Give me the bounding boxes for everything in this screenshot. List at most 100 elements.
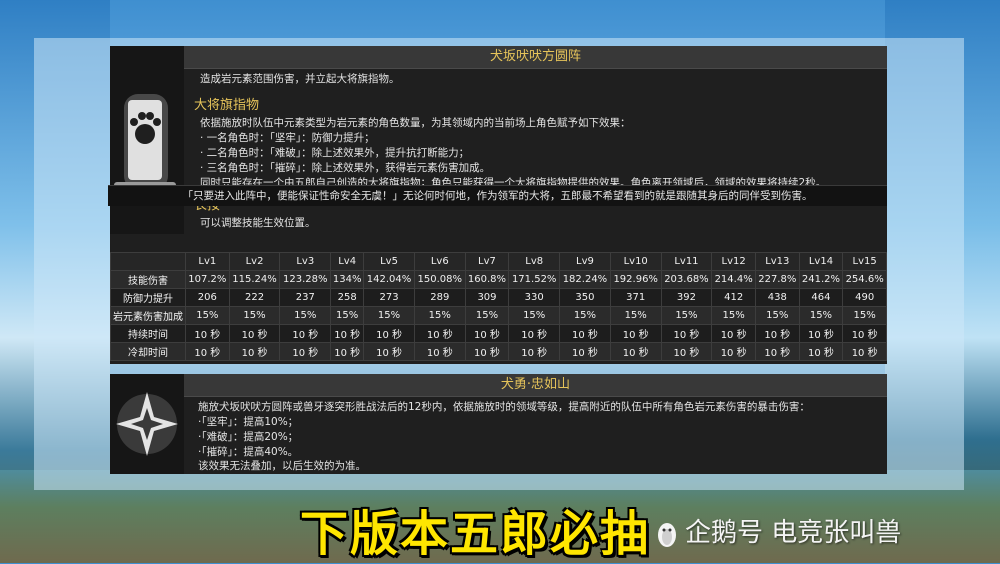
table-cell: 10 秒	[279, 342, 332, 361]
table-cell: 10 秒	[660, 342, 713, 361]
table-cell: 10 秒	[711, 324, 756, 343]
row-label: 防御力提升	[110, 288, 186, 307]
watermark-text: 企鹅号 电竞张叫兽	[685, 518, 902, 548]
table-cell: 10 秒	[559, 342, 611, 361]
table-cell: 10 秒	[609, 324, 662, 343]
row-label: 冷却时间	[110, 342, 186, 361]
level-header: Lv13	[754, 252, 800, 271]
table-cell: 15%	[798, 306, 844, 325]
table-cell: 15%	[330, 306, 365, 325]
passive-panel: 犬勇·忠如山 施放犬坂吠吠方圆阵或兽牙逐突形胜战法后的12秒内，依据施放时的领域…	[110, 374, 887, 474]
table-cell: 142.04%	[363, 270, 415, 289]
table-cell: 182.24%	[559, 270, 611, 289]
skill-line: 依据施放时队伍中元素类型为岩元素的角色数量，为其领域内的当前场上角色赋予如下效果…	[200, 117, 631, 129]
table-cell: 15%	[842, 306, 887, 325]
table-cell: 123.28%	[279, 270, 332, 289]
table-row: 冷却时间 10 秒 10 秒 10 秒 10 秒 10 秒 10 秒 10 秒 …	[110, 342, 887, 361]
level-header: Lv2	[228, 252, 281, 271]
row-label: 技能伤害	[110, 270, 186, 289]
table-cell: 15%	[413, 306, 466, 325]
table-cell: 254.6%	[842, 270, 887, 289]
table-cell: 258	[330, 288, 365, 307]
watermark: 企鹅号 电竞张叫兽	[655, 512, 901, 549]
table-cell: 15%	[279, 306, 332, 325]
table-cell: 115.24%	[228, 270, 281, 289]
table-cell: 203.68%	[660, 270, 713, 289]
table-cell: 10 秒	[711, 342, 756, 361]
passive-title: 犬勇·忠如山	[184, 374, 887, 397]
table-cell: 171.52%	[508, 270, 561, 289]
table-cell: 10 秒	[559, 324, 611, 343]
passive-icon-column	[110, 374, 184, 474]
table-cell: 10 秒	[363, 342, 415, 361]
table-cell: 214.4%	[711, 270, 756, 289]
table-cell: 10 秒	[508, 342, 561, 361]
table-cell: 15%	[228, 306, 281, 325]
table-cell: 10 秒	[279, 324, 332, 343]
table-cell: 15%	[508, 306, 561, 325]
level-header: Lv5	[363, 252, 415, 271]
level-header: Lv10	[609, 252, 662, 271]
table-cell: 10 秒	[330, 324, 365, 343]
skill-quote: 「只要进入此阵中，便能保证性命安全无虞！」无论何时何地，作为领军的大将，五郎最不…	[108, 185, 887, 206]
table-cell: 10 秒	[464, 342, 510, 361]
table-cell: 206	[185, 288, 230, 307]
video-caption: 下版本五郎必抽	[300, 506, 651, 562]
hold-desc: 可以调整技能生效位置。	[200, 217, 316, 229]
table-row: 防御力提升 206 222 237 258 273 289 309 330 35…	[110, 288, 887, 307]
header-corner	[110, 252, 186, 271]
passive-line: ·「摧碎」：提高40%。	[198, 446, 299, 458]
table-row: 持续时间 10 秒 10 秒 10 秒 10 秒 10 秒 10 秒 10 秒 …	[110, 324, 887, 343]
level-header: Lv15	[842, 252, 887, 271]
level-header: Lv11	[660, 252, 713, 271]
table-cell: 227.8%	[754, 270, 800, 289]
table-cell: 10 秒	[842, 324, 887, 343]
level-header: Lv4	[330, 252, 365, 271]
passive-line: 该效果无法叠加，以后生效的为准。	[198, 460, 366, 472]
table-cell: 289	[413, 288, 466, 307]
table-cell: 160.8%	[464, 270, 510, 289]
table-cell: 10 秒	[660, 324, 713, 343]
table-cell: 222	[228, 288, 281, 307]
skill-title: 犬坂吠吠方圆阵	[184, 46, 887, 69]
passive-line: ·「坚牢」：提高10%；	[198, 416, 299, 428]
table-cell: 464	[798, 288, 844, 307]
table-cell: 490	[842, 288, 887, 307]
level-header: Lv3	[279, 252, 332, 271]
table-cell: 10 秒	[464, 324, 510, 343]
table-cell: 10 秒	[185, 342, 230, 361]
level-header: Lv12	[711, 252, 756, 271]
level-header: Lv8	[508, 252, 561, 271]
level-header: Lv7	[464, 252, 510, 271]
table-cell: 15%	[660, 306, 713, 325]
table-cell: 309	[464, 288, 510, 307]
skill-stats-table: Lv1 Lv2 Lv3 Lv4 Lv5 Lv6 Lv7 Lv8 Lv9 Lv10…	[110, 252, 887, 361]
section-banner-title: 大将旗指物	[194, 98, 260, 113]
table-row: 技能伤害 107.2% 115.24% 123.28% 134% 142.04%…	[110, 270, 887, 289]
table-cell: 15%	[464, 306, 510, 325]
table-cell: 241.2%	[798, 270, 844, 289]
table-cell: 15%	[185, 306, 230, 325]
table-cell: 15%	[559, 306, 611, 325]
table-cell: 273	[363, 288, 415, 307]
table-header-row: Lv1 Lv2 Lv3 Lv4 Lv5 Lv6 Lv7 Lv8 Lv9 Lv10…	[110, 252, 887, 271]
level-header: Lv1	[185, 252, 230, 271]
table-row: 岩元素伤害加成 15% 15% 15% 15% 15% 15% 15% 15% …	[110, 306, 887, 325]
skill-desc: 造成岩元素范围伤害，并立起大将旗指物。	[200, 73, 400, 85]
table-cell: 10 秒	[228, 324, 281, 343]
table-cell: 15%	[363, 306, 415, 325]
table-cell: 438	[754, 288, 800, 307]
skill-line: · 三名角色时：「摧碎」：除上述效果外，获得岩元素伤害加成。	[200, 162, 491, 174]
penguin-icon	[655, 520, 679, 548]
level-header: Lv9	[559, 252, 611, 271]
level-header: Lv6	[413, 252, 466, 271]
table-cell: 10 秒	[363, 324, 415, 343]
table-cell: 134%	[330, 270, 365, 289]
table-cell: 412	[711, 288, 756, 307]
table-cell: 330	[508, 288, 561, 307]
table-cell: 10 秒	[798, 324, 844, 343]
table-cell: 10 秒	[228, 342, 281, 361]
skill-line: · 一名角色时：「坚牢」：防御力提升；	[200, 132, 375, 144]
table-cell: 10 秒	[798, 342, 844, 361]
row-label: 持续时间	[110, 324, 186, 343]
